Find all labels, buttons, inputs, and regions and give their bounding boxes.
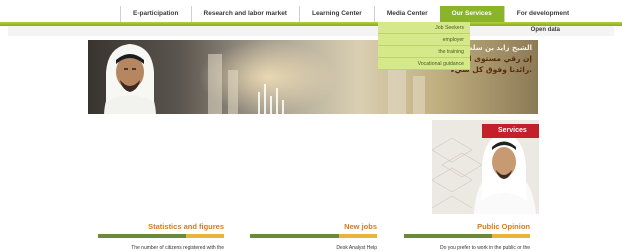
nav-item-learning-center[interactable]: Learning Center: [298, 6, 374, 22]
banner-light-bar: [270, 96, 272, 114]
statistics-section: Statistics and figures The number of cit…: [98, 222, 224, 251]
section-title[interactable]: New jobs: [250, 222, 377, 232]
dropdown-item-job-seekers[interactable]: Job Seekers: [378, 22, 470, 34]
dropdown-item-employer[interactable]: employer: [378, 34, 470, 46]
section-text[interactable]: Desk Analyst Help: [250, 245, 377, 251]
section-text[interactable]: The number of citizens registered with t…: [98, 245, 224, 251]
banner-tower: [388, 64, 406, 114]
section-title[interactable]: Public Opinion: [404, 222, 530, 232]
banner-tower: [208, 54, 222, 114]
banner-tower: [413, 76, 425, 114]
services-tab-label[interactable]: Services: [482, 124, 539, 138]
banner-light-bar: [282, 100, 284, 114]
our-services-dropdown: Job Seekers employer the training Vocati…: [378, 22, 470, 70]
open-data-link[interactable]: Open data: [531, 27, 560, 33]
services-box[interactable]: Services: [432, 120, 539, 214]
hero-banner: الشيخ زايد بن سلطان إن رقي مستوى الإنسان…: [88, 40, 538, 114]
section-title[interactable]: Statistics and figures: [98, 222, 224, 232]
nav-item-research[interactable]: Research and labor market: [190, 6, 299, 22]
section-divider: [250, 234, 377, 238]
nav-item-e-participation[interactable]: E-participation: [120, 6, 191, 22]
sub-bar: [8, 26, 614, 36]
banner-tower: [228, 70, 238, 114]
public-opinion-section: Public Opinion Do you prefer to work in …: [404, 222, 530, 251]
nav-item-our-services[interactable]: Our Services: [439, 6, 504, 22]
section-divider: [98, 234, 224, 238]
section-divider: [404, 234, 530, 238]
sheikh-portrait: [104, 44, 156, 114]
dropdown-item-vocational-guidance[interactable]: Vocational guidance: [378, 58, 470, 70]
nav-item-for-development[interactable]: For development: [503, 6, 581, 22]
banner-light-bar: [276, 88, 278, 114]
banner-light-bar: [258, 92, 260, 114]
banner-light-bar: [264, 84, 266, 114]
new-jobs-section: New jobs Desk Analyst Help: [250, 222, 377, 251]
dropdown-item-training[interactable]: the training: [378, 46, 470, 58]
main-nav: E-participation Research and labor marke…: [120, 6, 581, 22]
nav-item-media-center[interactable]: Media Center: [373, 6, 440, 22]
section-text: Do you prefer to work in the public or t…: [439, 245, 530, 251]
